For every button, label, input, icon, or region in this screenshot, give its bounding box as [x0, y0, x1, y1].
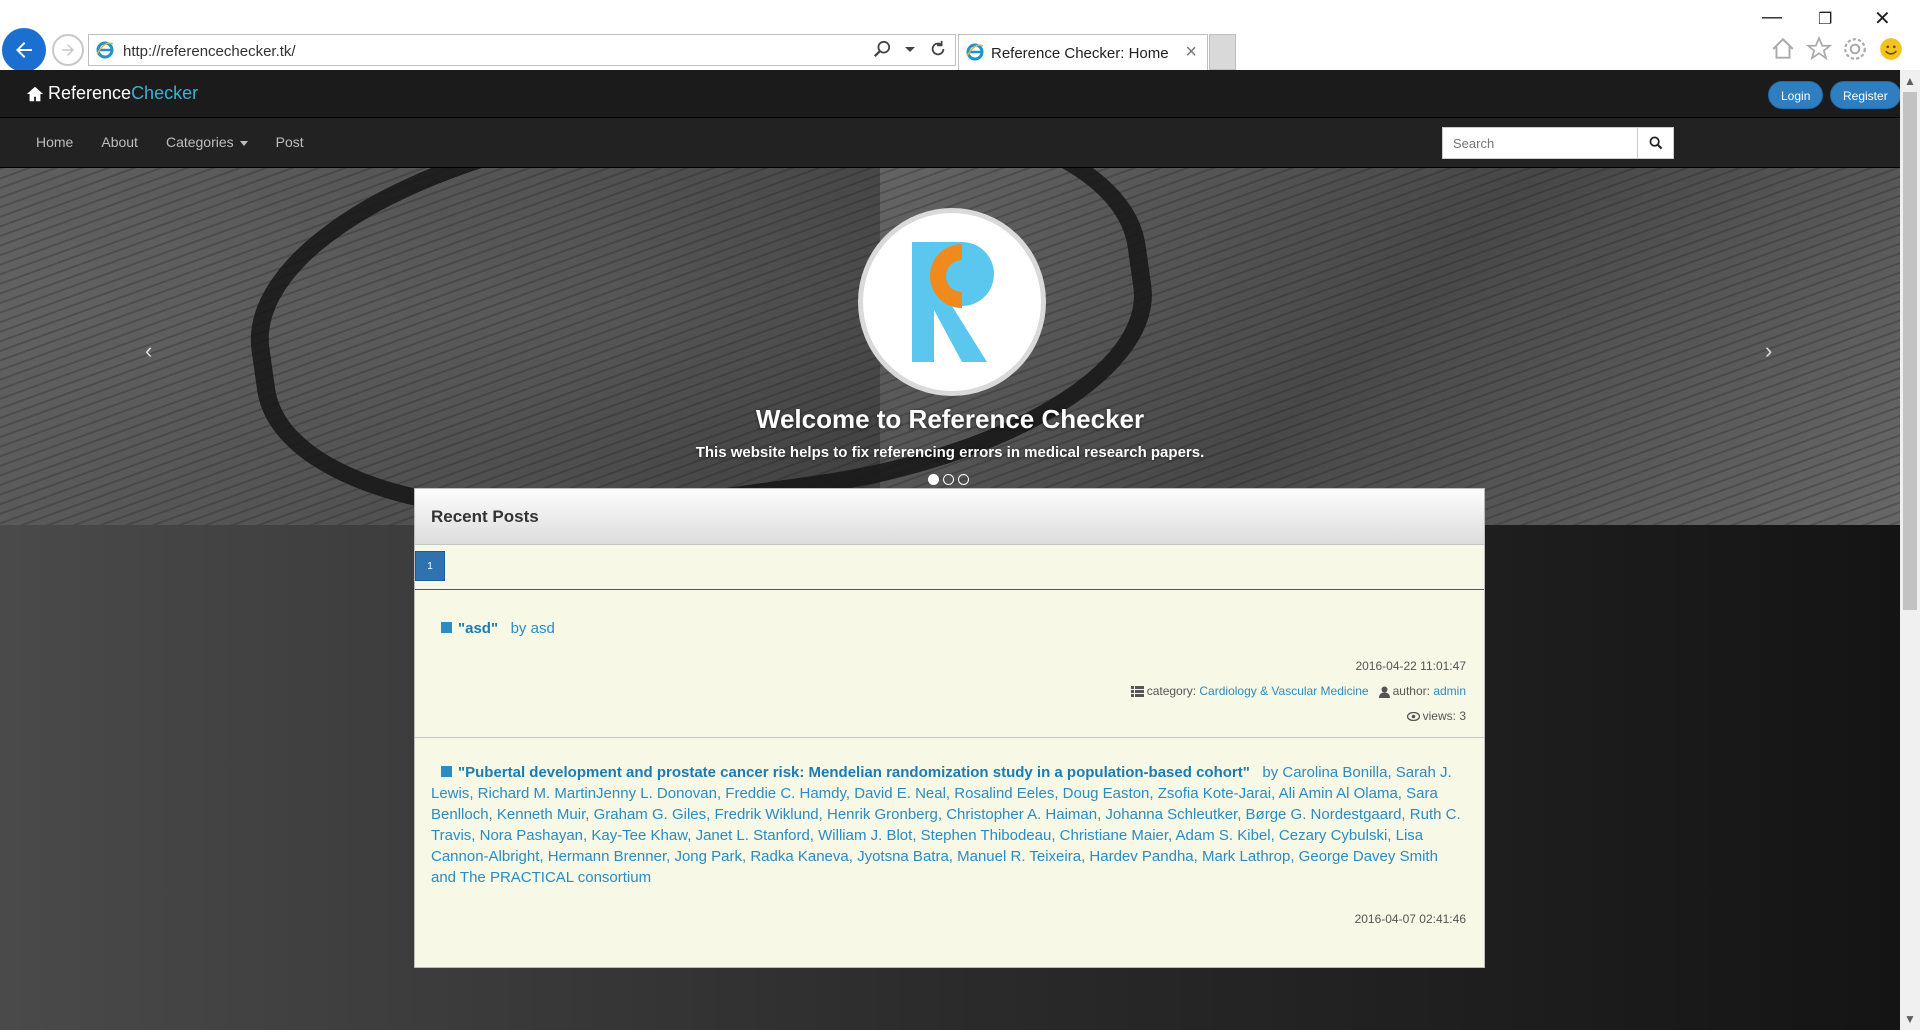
brand-accent: Checker [131, 83, 199, 103]
post-byline[interactable]: by Carolina Bonilla, Sarah J. Lewis, Ric… [431, 764, 1461, 886]
carousel-prev-icon[interactable]: ‹ [145, 338, 152, 364]
refresh-icon[interactable] [929, 40, 947, 58]
post-title-row: "asd" by asd [431, 618, 1466, 639]
forward-button[interactable] [52, 34, 84, 66]
close-tab-icon[interactable]: × [1185, 41, 1197, 64]
recent-posts-panel: Recent Posts 1 "asd" by asd 2016-04-22 1… [414, 488, 1485, 968]
post-title-row: "Pubertal development and prostate cance… [431, 762, 1466, 888]
site-brand[interactable]: Reference Checker [26, 83, 198, 104]
address-bar[interactable]: http://referencechecker.tk/ [88, 34, 956, 66]
carousel-dot-2[interactable] [943, 474, 954, 485]
carousel-dot-1[interactable] [928, 474, 939, 485]
post-title-link[interactable]: "Pubertal development and prostate cance… [458, 764, 1250, 781]
page-button-1[interactable]: 1 [415, 551, 445, 581]
search-icon [1649, 136, 1662, 150]
bullet-square-icon [441, 766, 452, 777]
list-icon [1130, 686, 1144, 698]
search-field[interactable] [1442, 127, 1638, 159]
minimize-icon[interactable]: — [1762, 6, 1782, 29]
post-category-link[interactable]: Cardiology & Vascular Medicine [1199, 684, 1368, 698]
search-button[interactable] [1637, 127, 1674, 159]
feedback-smiley-icon[interactable] [1878, 36, 1904, 62]
post-date: 2016-04-22 11:01:47 [1355, 659, 1466, 673]
panel-heading: Recent Posts [415, 489, 1484, 545]
carousel-dot-3[interactable] [958, 474, 969, 485]
browser-chrome: http://referencechecker.tk/ Reference Ch… [0, 0, 1920, 72]
post-meta: 2016-04-22 11:01:47 category: Cardiology… [431, 659, 1466, 723]
ie-tab-icon [966, 43, 984, 61]
restore-icon[interactable]: ❐ [1818, 9, 1832, 29]
settings-gear-icon[interactable] [1842, 36, 1868, 62]
nav-post[interactable]: Post [276, 134, 304, 150]
category-label: category: [1146, 684, 1197, 698]
site-header: Reference Checker Login Register [0, 70, 1900, 118]
post-item: "Pubertal development and prostate cance… [415, 738, 1484, 940]
post-meta: 2016-04-07 02:41:46 [431, 912, 1466, 926]
browser-tab[interactable]: Reference Checker: Home × [958, 34, 1208, 70]
brand-main: Reference [48, 83, 132, 103]
nav-about[interactable]: About [101, 134, 138, 150]
hero-carousel: ‹ › Welcome to Reference Checker This we… [0, 168, 1900, 525]
dropdown-icon[interactable] [905, 44, 915, 54]
post-title-link[interactable]: "asd" [458, 620, 498, 637]
register-button[interactable]: Register [1830, 81, 1900, 109]
post-byline[interactable]: by asd [511, 620, 555, 637]
tab-title: Reference Checker: Home [991, 45, 1169, 62]
hero-subtitle: This website helps to fix referencing er… [695, 444, 1205, 461]
home-icon[interactable] [1770, 36, 1796, 62]
back-button[interactable] [2, 28, 46, 72]
chevron-down-icon [239, 140, 248, 146]
nav-categories-label: Categories [165, 134, 234, 150]
hero-title: Welcome to Reference Checker [755, 404, 1145, 434]
back-arrow-icon [16, 42, 32, 58]
url-text: http://referencechecker.tk/ [123, 43, 296, 60]
carousel-next-icon[interactable]: › [1765, 338, 1772, 364]
home-icon [26, 86, 44, 101]
post-views: views: 3 [1422, 709, 1466, 723]
post-date: 2016-04-07 02:41:46 [1354, 912, 1466, 926]
eye-icon [1406, 712, 1420, 722]
close-window-icon[interactable]: ✕ [1874, 6, 1891, 31]
scroll-thumb[interactable] [1903, 92, 1917, 610]
scroll-down-icon[interactable]: ▼ [1904, 1012, 1916, 1026]
carousel-indicators [928, 474, 969, 485]
forward-arrow-icon [62, 44, 74, 56]
main-navbar: Home About Categories Post [0, 118, 1900, 168]
new-tab-button[interactable] [1209, 34, 1236, 70]
rc-logo-icon [912, 242, 994, 362]
author-label: author: [1392, 684, 1430, 698]
site-logo [858, 208, 1046, 396]
favorites-star-icon[interactable] [1806, 36, 1832, 62]
page-viewport: Reference Checker Login Register Home Abo… [0, 70, 1900, 1030]
user-icon [1378, 686, 1390, 698]
search-input[interactable] [1443, 128, 1637, 158]
login-button[interactable]: Login [1768, 81, 1824, 109]
ie-logo-icon [96, 41, 114, 59]
scroll-up-icon[interactable]: ▲ [1904, 74, 1916, 88]
nav-home[interactable]: Home [36, 134, 73, 150]
search-icon[interactable] [873, 40, 891, 58]
bullet-square-icon [441, 622, 452, 633]
post-author-link[interactable]: admin [1433, 684, 1466, 698]
post-item: "asd" by asd 2016-04-22 11:01:47 categor… [415, 590, 1484, 738]
nav-categories[interactable]: Categories [166, 134, 248, 150]
pagination: 1 [415, 545, 1484, 590]
vertical-scrollbar[interactable]: ▲ ▼ [1900, 70, 1920, 1030]
